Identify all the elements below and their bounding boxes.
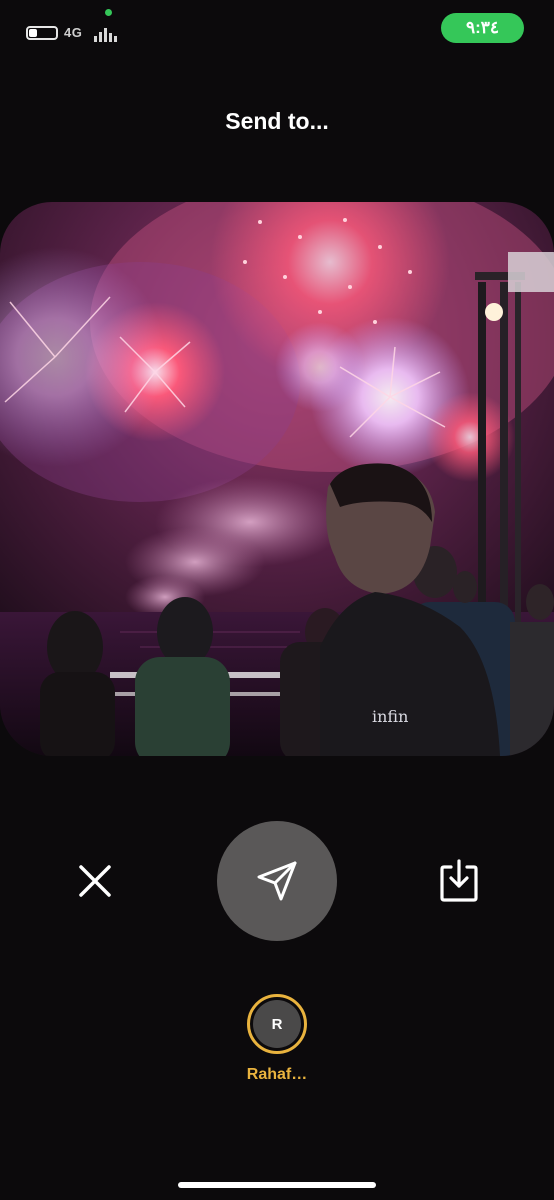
download-icon bbox=[440, 859, 478, 902]
action-bar bbox=[0, 820, 554, 942]
battery-fill bbox=[29, 29, 37, 37]
page-title: Send to... bbox=[225, 108, 329, 134]
save-button[interactable] bbox=[434, 856, 484, 906]
battery-icon bbox=[26, 26, 58, 40]
close-button[interactable] bbox=[70, 856, 120, 906]
send-button[interactable] bbox=[217, 821, 337, 941]
paper-plane-icon bbox=[257, 861, 297, 901]
home-indicator[interactable] bbox=[178, 1182, 376, 1188]
recipient-item[interactable]: R Rahaf… bbox=[227, 994, 327, 1090]
network-type: 4G bbox=[64, 25, 83, 40]
recipient-name: Rahaf… bbox=[246, 1066, 308, 1083]
photo-preview: infin bbox=[0, 202, 554, 756]
avatar-ring: R bbox=[247, 994, 307, 1054]
avatar: R bbox=[253, 1000, 301, 1048]
svg-text:infin: infin bbox=[372, 707, 408, 726]
fireworks-photo: infin bbox=[0, 202, 554, 756]
signal-icon bbox=[94, 28, 117, 42]
status-bar: 4G ٩:٣٤ bbox=[0, 0, 554, 60]
status-time[interactable]: ٩:٣٤ bbox=[441, 13, 524, 43]
close-icon bbox=[79, 865, 111, 897]
recording-indicator bbox=[105, 9, 112, 16]
